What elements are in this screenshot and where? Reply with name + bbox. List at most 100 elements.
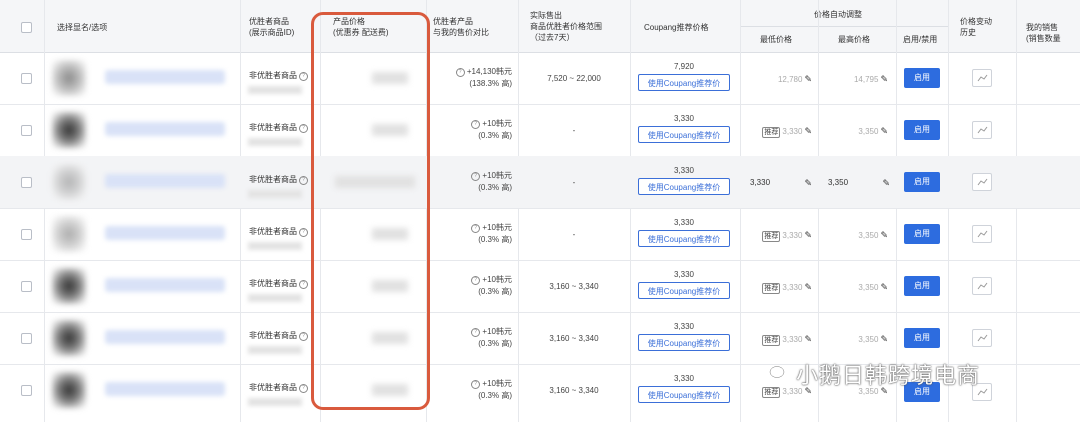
use-coupang-price-button[interactable]: 使用Coupang推荐价 (638, 334, 730, 351)
coupang-rec-cell: 3,330 使用Coupang推荐价 (636, 218, 732, 247)
product-name-blurred[interactable] (105, 174, 225, 188)
product-name-blurred[interactable] (105, 122, 225, 136)
help-icon: ? (471, 224, 481, 233)
recommend-tag: 推荐 (762, 387, 781, 398)
chart-icon (977, 230, 988, 238)
winner-status: 非优胜者商品? (249, 330, 308, 341)
enable-button[interactable]: 启用 (904, 120, 940, 140)
product-name-blurred[interactable] (105, 382, 225, 396)
pencil-icon: ✎ (880, 74, 888, 84)
min-price[interactable]: 推荐 3,330 ✎ (748, 230, 812, 242)
price-history-button[interactable] (972, 277, 992, 295)
row-checkbox[interactable] (21, 125, 32, 136)
product-id-blurred (248, 86, 302, 94)
use-coupang-price-button[interactable]: 使用Coupang推荐价 (638, 178, 730, 195)
price-history-button[interactable] (972, 329, 992, 347)
table-row[interactable]: 非优胜者商品? ? +10韩元 (0.3% 高) - 3,330 使用Coupang… (0, 104, 1080, 157)
row-checkbox[interactable] (21, 73, 32, 84)
min-price[interactable]: 推荐 3,330 ✎ (748, 126, 812, 138)
price-history-button[interactable] (972, 173, 992, 191)
enable-button[interactable]: 启用 (904, 224, 940, 244)
winner-diff: ? +10韩元 (0.3% 高) (430, 274, 512, 298)
product-thumbnail (52, 372, 86, 408)
min-price[interactable]: 12,780 ✎ (748, 74, 812, 85)
help-icon: ? (455, 68, 465, 77)
coupang-rec-cell: 3,330 使用Coupang推荐价 (636, 374, 732, 403)
pencil-icon: ✎ (804, 334, 812, 344)
product-thumbnail (52, 320, 86, 356)
max-price[interactable]: 3,350 ✎ (824, 334, 888, 345)
winner-status: 非优胜者商品? (249, 70, 308, 81)
price-range: 3,160 ~ 3,340 (549, 334, 599, 343)
pencil-icon: ✎ (804, 230, 812, 240)
row-checkbox[interactable] (21, 177, 32, 188)
product-thumbnail (52, 112, 86, 148)
winner-status: 非优胜者商品? (249, 226, 308, 237)
price-range: 7,520 ~ 22,000 (547, 74, 601, 83)
table-row[interactable]: 非优胜者商品? ? +10韩元 (0.3% 高) 3,160 ~ 3,340 3,… (0, 260, 1080, 313)
use-coupang-price-button[interactable]: 使用Coupang推荐价 (638, 230, 730, 247)
row-checkbox[interactable] (21, 333, 32, 344)
select-all-checkbox[interactable] (21, 22, 32, 33)
use-coupang-price-button[interactable]: 使用Coupang推荐价 (638, 74, 730, 91)
product-id-blurred (248, 294, 302, 302)
winner-diff: ? +10韩元 (0.3% 高) (430, 118, 512, 142)
product-name-blurred[interactable] (105, 226, 225, 240)
winner-diff: ? +10韩元 (0.3% 高) (430, 170, 512, 194)
product-id-blurred (248, 190, 302, 198)
winner-status: 非优胜者商品? (249, 382, 308, 393)
recommend-tag: 推荐 (762, 231, 781, 242)
max-price-input[interactable]: 3,350 ✎ (828, 178, 890, 188)
help-icon: ? (471, 276, 481, 285)
enable-button[interactable]: 启用 (904, 328, 940, 348)
help-icon: ? (299, 280, 308, 289)
min-price[interactable]: 推荐 3,330 ✎ (748, 334, 812, 346)
pencil-icon: ✎ (880, 334, 888, 344)
product-id-blurred (248, 346, 302, 354)
row-checkbox[interactable] (21, 281, 32, 292)
product-name-blurred[interactable] (105, 278, 225, 292)
pencil-icon: ✎ (804, 126, 812, 136)
pencil-icon: ✎ (804, 178, 812, 188)
help-icon: ? (299, 332, 308, 341)
enable-button[interactable]: 启用 (904, 172, 940, 192)
enable-button[interactable]: 启用 (904, 68, 940, 88)
table-row[interactable]: 非优胜者商品? ? +10韩元 (0.3% 高) - 3,330 使用Coupang… (0, 208, 1080, 261)
max-price[interactable]: 14,795 ✎ (824, 74, 888, 85)
coupang-rec-cell: 3,330 使用Coupang推荐价 (636, 270, 732, 299)
help-icon: ? (471, 380, 481, 389)
price-history-button[interactable] (972, 225, 992, 243)
recommend-tag: 推荐 (762, 127, 781, 138)
coupang-rec-cell: 7,920 使用Coupang推荐价 (636, 62, 732, 91)
max-price[interactable]: 3,350 ✎ (824, 282, 888, 293)
row-checkbox[interactable] (21, 229, 32, 240)
winner-diff: ? +10韩元 (0.3% 高) (430, 326, 512, 350)
enable-button[interactable]: 启用 (904, 276, 940, 296)
pencil-icon: ✎ (804, 74, 812, 84)
price-history-button[interactable] (972, 121, 992, 139)
min-price-input[interactable]: 3,330 ✎ (750, 178, 812, 188)
table-row[interactable]: 非优胜者商品? ? +10韩元 (0.3% 高) - 3,330 使用Coupang… (0, 156, 1080, 209)
max-price[interactable]: 3,350 ✎ (824, 126, 888, 137)
pencil-icon: ✎ (804, 282, 812, 292)
product-name-blurred[interactable] (105, 70, 225, 84)
price-history-button[interactable] (972, 69, 992, 87)
row-checkbox[interactable] (21, 385, 32, 396)
product-thumbnail (52, 60, 86, 96)
chart-icon (977, 334, 988, 342)
help-icon: ? (471, 328, 481, 337)
table-row[interactable]: 非优胜者商品? ? +14,130韩元 (138.3% 高) 7,520 ~ 22… (0, 52, 1080, 105)
watermark-text: 小鹅日韩跨境电商 (796, 364, 981, 389)
product-name-blurred[interactable] (105, 330, 225, 344)
use-coupang-price-button[interactable]: 使用Coupang推荐价 (638, 282, 730, 299)
winner-diff: ? +10韩元 (0.3% 高) (430, 222, 512, 246)
max-price[interactable]: 3,350 ✎ (824, 230, 888, 241)
min-price[interactable]: 推荐 3,330 ✎ (748, 282, 812, 294)
use-coupang-price-button[interactable]: 使用Coupang推荐价 (638, 126, 730, 143)
header-subdivider (740, 26, 948, 27)
winner-status: 非优胜者商品? (249, 174, 308, 185)
highlight-box (311, 12, 430, 410)
help-icon: ? (471, 120, 481, 129)
use-coupang-price-button[interactable]: 使用Coupang推荐价 (638, 386, 730, 403)
help-icon: ? (299, 72, 308, 81)
